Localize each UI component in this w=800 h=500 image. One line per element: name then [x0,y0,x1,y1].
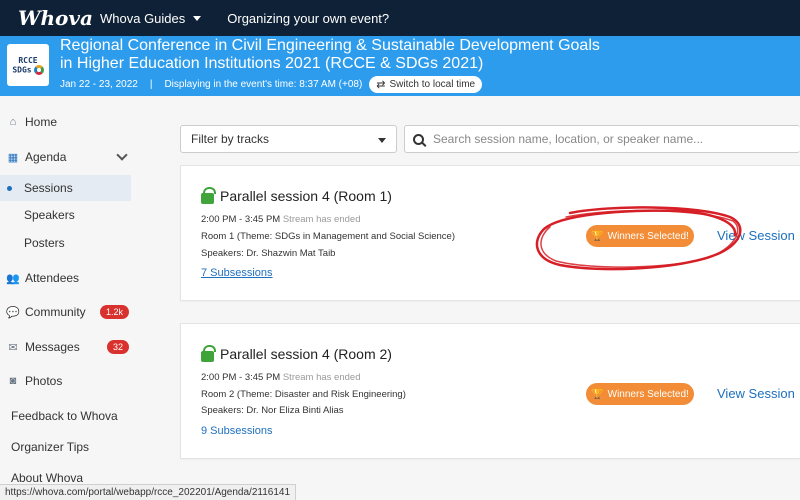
view-session-link[interactable]: View Session [717,228,795,243]
session-search-input[interactable] [433,132,773,146]
chat-bubbles-icon: 💬 [6,306,20,319]
session-search-box [404,125,800,153]
session-time: 2:00 PM - 3:45 PM [201,372,281,383]
session-speakers: Speakers: Dr. Nor Eliza Binti Alias [201,405,344,416]
subsessions-link[interactable]: 7 Subsessions [201,267,273,279]
event-dates: Jan 22 - 23, 2022 [60,79,138,90]
event-logo-line1: RCCE [18,55,38,65]
people-icon: 👥 [6,272,20,285]
trophy-icon: 🏆 [591,388,604,400]
session-title-row: Parallel session 4 (Room 1) [201,186,392,204]
sidebar-item-label: Sessions [24,181,73,195]
camera-icon: ◙ [9,375,17,387]
active-dot [7,186,12,191]
sidebar-item-label: Feedback to Whova [11,409,118,423]
chevron-down-icon [378,138,386,143]
home-icon: ⌂ [9,116,17,128]
event-title-line1: Regional Conference in Civil Engineering… [60,37,600,54]
organizing-event-link[interactable]: Organizing your own event? [227,11,389,26]
session-card: Parallel session 4 (Room 2) 2:00 PM - 3:… [180,323,800,459]
session-title-row: Parallel session 4 (Room 2) [201,344,392,362]
event-logo: RCCE SDGs [7,44,49,86]
winners-label: Winners Selected! [607,230,689,242]
sidebar-item-label: Home [25,115,58,129]
sidebar-item-messages[interactable]: ✉ Messages 32 [0,334,140,360]
event-meta: Jan 22 - 23, 2022 | Displaying in the ev… [60,76,483,93]
chevron-down-icon [116,149,128,161]
chevron-down-icon [193,15,202,21]
community-count-badge: 1.2k [100,305,130,319]
video-camera-icon [201,186,216,204]
session-card: Parallel session 4 (Room 1) 2:00 PM - 3:… [180,165,800,301]
event-header: RCCE SDGs Regional Conference in Civil E… [0,36,800,96]
sidebar: ⌂ Home ▦ Agenda Sessions Speakers Poster… [0,96,140,500]
stream-status: Stream has ended [282,214,361,225]
envelope-icon: ✉ [8,341,18,354]
sidebar-item-home[interactable]: ⌂ Home [0,109,140,135]
switch-local-time-label: Switch to local time [389,79,476,90]
switch-local-time-button[interactable]: ⇄ Switch to local time [369,76,483,93]
whova-logo[interactable]: Whova [18,6,96,30]
track-filter-select[interactable]: Filter by tracks [180,125,397,153]
sidebar-item-label: Messages [25,340,80,354]
sidebar-item-label: Agenda [25,150,67,164]
sidebar-item-photos[interactable]: ◙ Photos [0,368,140,394]
session-room: Room 2 (Theme: Disaster and Risk Enginee… [201,389,406,400]
session-time-row: 2:00 PM - 3:45 PM Stream has ended [201,372,360,383]
event-title: Regional Conference in Civil Engineering… [60,37,680,73]
sidebar-item-sessions[interactable]: Sessions [0,175,131,201]
sidebar-item-organizer-tips[interactable]: Organizer Tips [0,434,140,460]
sidebar-item-speakers[interactable]: Speakers [0,202,140,228]
calendar-icon: ▦ [7,151,19,164]
stream-status: Stream has ended [282,372,361,383]
sidebar-item-label: Community [25,305,86,319]
session-time: 2:00 PM - 3:45 PM [201,214,281,225]
sidebar-item-feedback[interactable]: Feedback to Whova [0,403,140,429]
session-time-row: 2:00 PM - 3:45 PM Stream has ended [201,214,360,225]
sidebar-item-label: Speakers [24,208,75,222]
sidebar-item-posters[interactable]: Posters [0,230,140,256]
sdg-wheel-icon [33,64,44,75]
winners-label: Winners Selected! [607,388,689,400]
browser-status-url: https://whova.com/portal/webapp/rcce_202… [0,484,297,500]
video-camera-icon [201,344,216,362]
messages-count-badge: 32 [107,340,130,354]
event-logo-line2: SDGs [12,65,32,74]
meta-separator: | [149,79,153,90]
sidebar-item-label: About Whova [11,471,84,485]
track-filter-label: Filter by tracks [191,132,270,146]
sidebar-item-community[interactable]: 💬 Community 1.2k [0,299,140,325]
search-icon [413,133,424,145]
view-session-link[interactable]: View Session [717,386,795,401]
sidebar-item-attendees[interactable]: 👥 Attendees [0,265,140,291]
event-title-line2: in Higher Education Institutions 2021 (R… [60,55,484,72]
display-time: Displaying in the event's time: 8:37 AM … [164,79,363,90]
whova-guides-label: Whova Guides [100,10,186,26]
session-title[interactable]: Parallel session 4 (Room 2) [220,346,392,362]
swap-arrows-icon: ⇄ [376,79,386,91]
whova-guides-menu[interactable]: Whova Guides [100,10,202,26]
winners-selected-button[interactable]: 🏆 Winners Selected! [586,383,694,405]
sidebar-item-label: Organizer Tips [11,440,90,454]
session-room: Room 1 (Theme: SDGs in Management and So… [201,231,455,242]
session-speakers: Speakers: Dr. Shazwin Mat Taib [201,248,336,259]
session-title[interactable]: Parallel session 4 (Room 1) [220,188,392,204]
subsessions-link[interactable]: 9 Subsessions [201,425,273,437]
winners-selected-button[interactable]: 🏆 Winners Selected! [586,225,694,247]
sidebar-item-label: Posters [24,236,65,250]
sidebar-item-agenda[interactable]: ▦ Agenda [0,144,140,170]
sidebar-item-label: Attendees [25,271,80,285]
top-nav-bar: Whova Whova Guides Organizing your own e… [0,0,800,36]
trophy-icon: 🏆 [591,230,604,242]
event-logo-line2-row: SDGs [12,64,44,75]
sidebar-item-label: Photos [25,374,63,388]
